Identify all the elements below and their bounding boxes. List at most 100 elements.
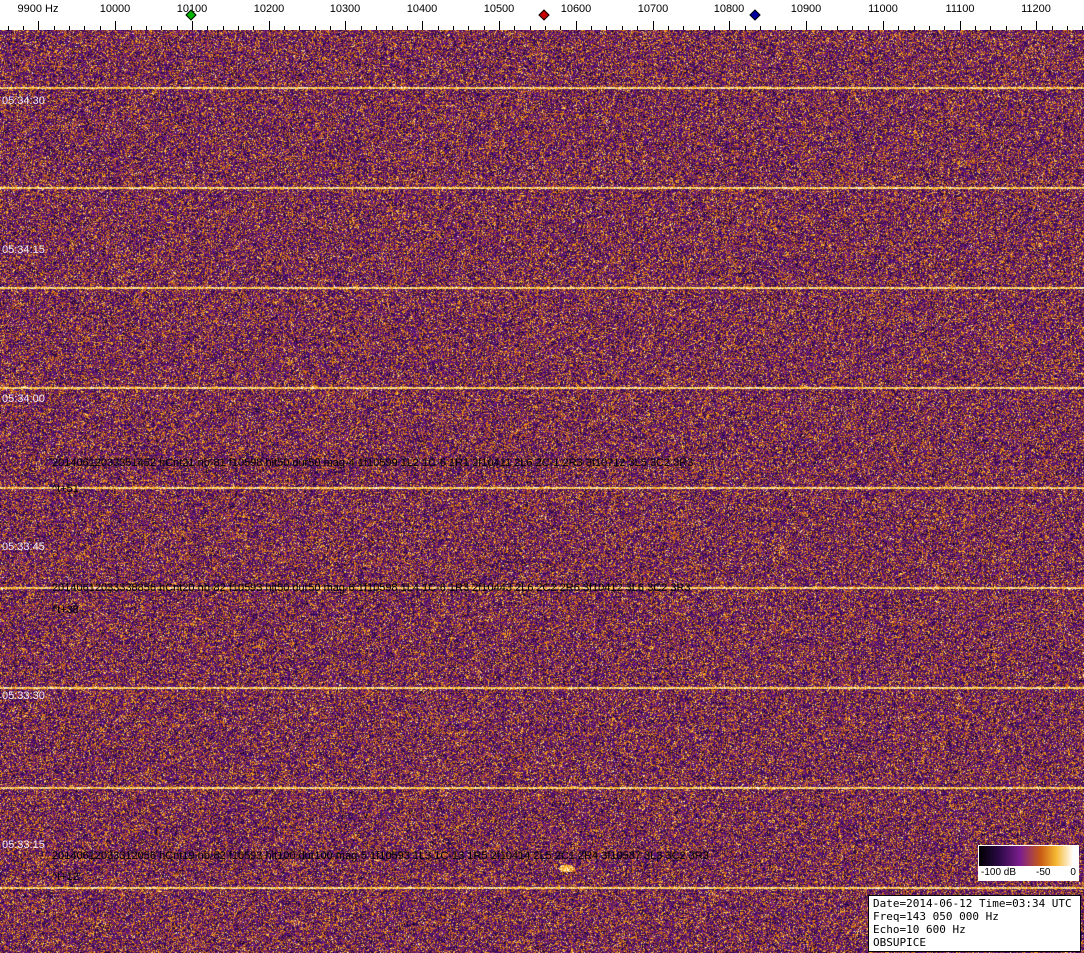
info-line-date: Date=2014-06-12 Time=03:34 UTC	[873, 897, 1072, 910]
freq-major-tick	[345, 21, 346, 30]
freq-minor-tick	[100, 26, 101, 30]
freq-tick-label: 10500	[483, 3, 515, 15]
freq-minor-tick	[177, 26, 178, 30]
freq-minor-tick	[637, 26, 638, 30]
freq-major-tick	[499, 21, 500, 30]
freq-minor-tick	[760, 26, 761, 30]
freq-tick-label: 10300	[329, 3, 361, 15]
freq-minor-tick	[407, 26, 408, 30]
color-gradient-bar	[979, 846, 1078, 866]
freq-tick-label: 10600	[560, 3, 592, 15]
freq-tick-label: 10000	[99, 3, 131, 15]
freq-major-tick	[269, 21, 270, 30]
freq-minor-tick	[868, 26, 869, 30]
waterfall-spectrogram-canvas	[0, 30, 1084, 953]
freq-minor-tick	[560, 26, 561, 30]
freq-minor-tick	[284, 26, 285, 30]
freq-minor-tick	[468, 26, 469, 30]
freq-tick-label: 11200	[1021, 3, 1051, 15]
freq-minor-tick	[1006, 26, 1007, 30]
freq-minor-tick	[69, 26, 70, 30]
freq-minor-tick	[622, 26, 623, 30]
info-line-station: OBSUPICE	[873, 936, 926, 949]
freq-tick-label: 9900 Hz	[17, 3, 59, 15]
info-line-freq: Freq=143 050 000 Hz	[873, 910, 999, 923]
blue-frequency-marker-icon[interactable]	[749, 9, 761, 21]
freq-major-tick	[653, 21, 654, 30]
freq-minor-tick	[944, 26, 945, 30]
freq-minor-tick	[775, 26, 776, 30]
freq-tick-label: 10800	[713, 3, 745, 15]
freq-minor-tick	[315, 26, 316, 30]
freq-minor-tick	[898, 26, 899, 30]
frequency-ruler: 9900 Hz 10000 10100 10200 10300 10400 10500 106…	[0, 0, 1084, 30]
freq-major-tick	[38, 21, 39, 30]
freq-minor-tick	[84, 26, 85, 30]
freq-tick-label: 10200	[253, 3, 285, 15]
freq-minor-tick	[837, 26, 838, 30]
db-max-label: 0	[1070, 867, 1076, 878]
freq-tick-label: 10400	[406, 3, 438, 15]
freq-minor-tick	[699, 26, 700, 30]
freq-minor-tick	[745, 26, 746, 30]
freq-minor-tick	[606, 26, 607, 30]
db-min-label: -100 dB	[981, 867, 1017, 878]
freq-minor-tick	[714, 26, 715, 30]
freq-minor-tick	[990, 26, 991, 30]
freq-minor-tick	[161, 26, 162, 30]
freq-major-tick	[422, 21, 423, 30]
freq-minor-tick	[1021, 26, 1022, 30]
freq-major-tick	[806, 21, 807, 30]
freq-minor-tick	[530, 26, 531, 30]
freq-minor-tick	[299, 26, 300, 30]
freq-minor-tick	[207, 26, 208, 30]
freq-minor-tick	[514, 26, 515, 30]
freq-minor-tick	[223, 26, 224, 30]
freq-minor-tick	[683, 26, 684, 30]
freq-major-tick	[192, 21, 193, 30]
freq-minor-tick	[453, 26, 454, 30]
freq-minor-tick	[376, 26, 377, 30]
freq-tick-label: 10900	[790, 3, 822, 15]
freq-minor-tick	[146, 26, 147, 30]
freq-minor-tick	[852, 26, 853, 30]
freq-major-tick	[729, 21, 730, 30]
freq-minor-tick	[238, 26, 239, 30]
freq-minor-tick	[545, 26, 546, 30]
freq-minor-tick	[438, 26, 439, 30]
freq-minor-tick	[392, 26, 393, 30]
freq-minor-tick	[54, 26, 55, 30]
freq-minor-tick	[914, 26, 915, 30]
info-line-echo: Echo=10 600 Hz	[873, 923, 966, 936]
freq-minor-tick	[8, 26, 9, 30]
freq-minor-tick	[23, 26, 24, 30]
status-info-box: Date=2014-06-12 Time=03:34 UTC Freq=143 …	[868, 895, 1081, 952]
freq-major-tick	[883, 21, 884, 30]
freq-major-tick	[576, 21, 577, 30]
freq-minor-tick	[821, 26, 822, 30]
freq-minor-tick	[1082, 26, 1083, 30]
db-color-scale: -100 dB -50 0	[978, 845, 1079, 881]
freq-tick-label: 11000	[868, 3, 898, 15]
freq-minor-tick	[591, 26, 592, 30]
freq-minor-tick	[975, 26, 976, 30]
freq-minor-tick	[330, 26, 331, 30]
db-mid-label: -50	[1036, 867, 1051, 878]
freq-major-tick	[1036, 21, 1037, 30]
freq-minor-tick	[253, 26, 254, 30]
freq-minor-tick	[1067, 26, 1068, 30]
freq-major-tick	[115, 21, 116, 30]
meteor-spectrogram-screen: 9900 Hz 10000 10100 10200 10300 10400 10500 106…	[0, 0, 1084, 953]
freq-tick-label: 10700	[637, 3, 669, 15]
freq-tick-label: 11100	[945, 3, 975, 15]
freq-major-tick	[960, 21, 961, 30]
freq-minor-tick	[484, 26, 485, 30]
freq-minor-tick	[929, 26, 930, 30]
db-scale-labels: -100 dB -50 0	[979, 866, 1078, 880]
red-frequency-marker-icon[interactable]	[538, 9, 550, 21]
freq-minor-tick	[668, 26, 669, 30]
freq-minor-tick	[791, 26, 792, 30]
freq-minor-tick	[1052, 26, 1053, 30]
freq-minor-tick	[131, 26, 132, 30]
freq-minor-tick	[361, 26, 362, 30]
